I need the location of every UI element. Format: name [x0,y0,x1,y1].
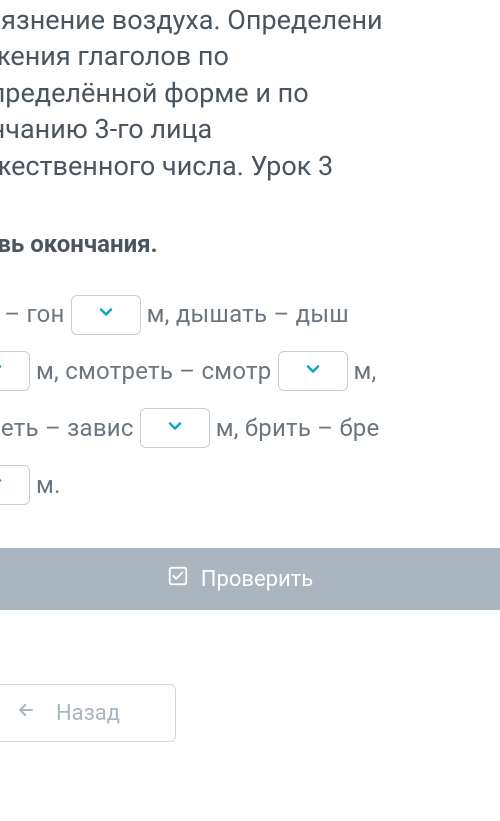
exercise-text: ать – гон [0,288,65,341]
check-button[interactable]: Проверить [0,548,500,610]
chevron-down-icon [96,288,116,341]
exercise-text: м, [354,345,377,398]
back-button-label: Назад [56,701,120,726]
exercise-text: м, брить – бре [216,402,380,455]
exercise-text: м. [36,459,61,512]
exercise-text: м, смотреть – смотр [36,345,272,398]
chevron-down-icon [165,402,185,455]
check-icon [167,565,189,593]
check-button-label: Проверить [201,567,313,592]
ending-dropdown[interactable] [71,295,141,335]
exercise-text: м, дышать – дыш [147,288,349,341]
exercise-line: м, смотреть – смотр м, [0,345,500,398]
ending-dropdown[interactable] [278,351,348,391]
back-button[interactable]: Назад [0,684,176,742]
exercise-body: ать – гон м, дышать – дыш м, смотреть – … [0,288,500,511]
chevron-down-icon [303,345,323,398]
exercise-line: висеть – завис м, брить – бре [0,402,500,455]
page-title: агрязнение воздуха. Определениряжения гл… [0,0,500,184]
instruction-text: ставь окончания. [0,230,500,258]
exercise-line: м. [0,459,500,512]
ending-dropdown[interactable] [140,408,210,448]
exercise-page: агрязнение воздуха. Определениряжения гл… [0,0,500,821]
chevron-down-icon [0,345,5,398]
exercise-line: ать – гон м, дышать – дыш [0,288,500,341]
ending-dropdown[interactable] [0,465,30,505]
ending-dropdown[interactable] [0,351,30,391]
exercise-text: висеть – завис [0,402,134,455]
chevron-down-icon [0,459,5,512]
arrow-left-icon [16,700,36,726]
